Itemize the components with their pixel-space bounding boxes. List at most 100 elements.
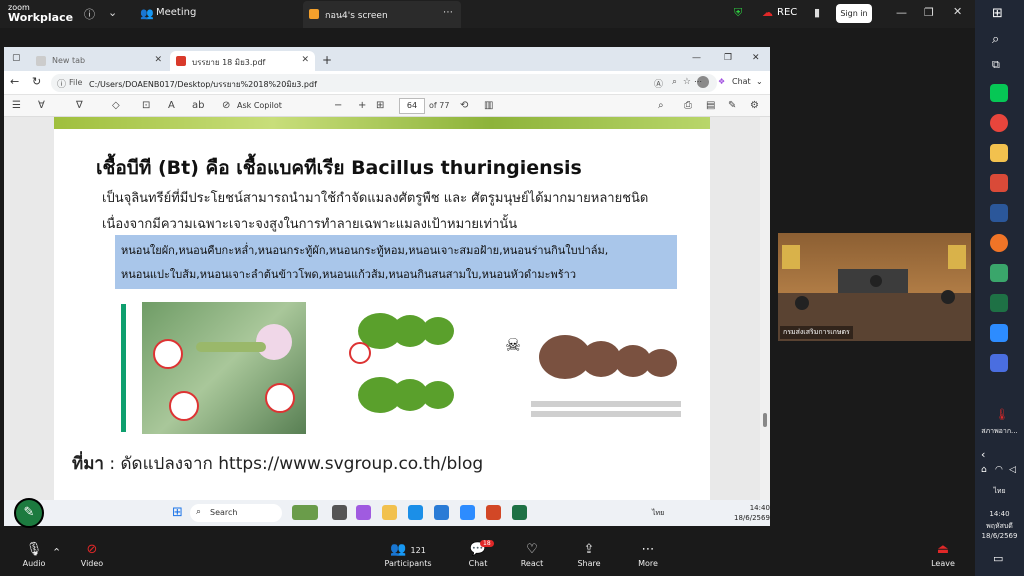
minimize-icon[interactable]: — (692, 53, 701, 63)
store-icon[interactable] (434, 505, 449, 520)
task-view-icon[interactable]: ⧉ (992, 58, 1000, 72)
chat-label[interactable]: Chat (732, 77, 751, 86)
copilot-icon[interactable]: ⊘ (222, 100, 230, 111)
pdf-scrollbar[interactable] (760, 117, 770, 500)
restore-icon[interactable]: ❐ (724, 53, 732, 63)
more-options-icon[interactable]: ⋯ (443, 7, 453, 18)
exit-icon[interactable]: ▮ (814, 6, 820, 19)
refresh-icon[interactable]: ↻ (32, 75, 41, 88)
powerpoint-icon[interactable] (486, 505, 501, 520)
notification-icon[interactable]: ▭ (993, 552, 1003, 565)
rotate-icon[interactable]: ⟲ (460, 100, 468, 111)
settings-icon[interactable]: ⚙ (750, 100, 759, 111)
sign-in-button[interactable]: Sign in (836, 4, 872, 23)
tab-pdf[interactable]: บรรยาย 18 มิย3.pdf ✕ (170, 51, 315, 71)
copilot-app-icon[interactable] (356, 505, 371, 520)
caterpillar-photo (142, 302, 306, 434)
erase-icon[interactable]: ◇ (112, 100, 120, 111)
file-explorer-icon[interactable] (990, 144, 1008, 162)
side-clock-time[interactable]: 14:40 (977, 510, 1022, 518)
rec-label[interactable]: REC (777, 7, 797, 18)
share-button[interactable]: ⇪ Share (559, 542, 619, 568)
taskbar-search[interactable]: ⌕ Search (190, 504, 282, 522)
highlighted-text-block[interactable]: หนอนใยผัก,หนอนคืบกะหล่ำ,หนอนกระทู้ผัก,หน… (115, 235, 677, 289)
chevron-left-icon[interactable]: ‹ (981, 448, 985, 461)
chevron-down-icon[interactable]: ⌄ (756, 77, 763, 86)
minimize-icon[interactable]: — (896, 6, 907, 19)
participant-video-tile[interactable]: กรมส่งเสริมการเกษตร (778, 233, 971, 341)
text-box-icon[interactable]: ⊡ (142, 100, 150, 111)
close-icon[interactable]: ✕ (752, 53, 760, 63)
task-view-icon[interactable] (332, 505, 347, 520)
excel-icon[interactable] (512, 505, 527, 520)
taskbar-clock[interactable]: 14:40 18/6/2569 (734, 503, 770, 523)
chat-button[interactable]: 💬 Chat 18 (448, 540, 508, 568)
back-icon[interactable]: ← (10, 75, 19, 88)
highlight-icon[interactable]: ∀ (38, 100, 45, 111)
start-icon[interactable]: ⊞ (172, 505, 183, 520)
draw-icon[interactable]: ∇ (76, 100, 83, 111)
red-app-icon[interactable] (990, 174, 1008, 192)
chrome-icon[interactable] (990, 114, 1008, 132)
file-explorer-icon[interactable] (382, 505, 397, 520)
shared-screen-tab[interactable]: กอน4's screen ⋯ (303, 1, 461, 28)
word-icon[interactable] (990, 204, 1008, 222)
search-icon[interactable]: ⌕ (658, 100, 664, 111)
app-icon[interactable] (990, 354, 1008, 372)
shield-icon[interactable]: ⛨ (734, 6, 742, 20)
search-icon: ⌕ (196, 507, 202, 517)
firefox-icon[interactable] (990, 234, 1008, 252)
fit-page-icon[interactable]: ⊞ (376, 100, 384, 111)
tab-new-tab[interactable]: New tab ✕ (30, 51, 168, 71)
save-icon[interactable]: ▤ (706, 100, 715, 111)
tab-actions-icon[interactable]: ▢ (12, 53, 21, 63)
page-number-field[interactable]: 64 (399, 98, 425, 114)
leave-button[interactable]: ⏏ Leave (913, 542, 973, 568)
url-field[interactable]: ⓘ File C:/Users/DOAENB017/Desktop/บรรยาย… (51, 74, 717, 92)
zoom-app-icon[interactable] (990, 324, 1008, 342)
contents-icon[interactable]: ☰ (12, 100, 21, 111)
language-indicator[interactable]: ไทย (977, 486, 1022, 497)
new-tab-button[interactable]: + (322, 53, 332, 67)
chevron-up-icon[interactable]: ⌃ (52, 546, 61, 559)
excel-icon[interactable] (990, 294, 1008, 312)
zoom-app-icon[interactable] (460, 505, 475, 520)
video-button[interactable]: ⊘ Video (62, 542, 122, 568)
zoom-out-button[interactable]: − (334, 100, 342, 111)
restore-icon[interactable]: ❐ (924, 6, 934, 19)
read-aloud-icon[interactable]: A (168, 100, 175, 111)
chevron-down-icon[interactable]: ⌄ (108, 6, 117, 19)
print-icon[interactable]: ⎙ (684, 100, 692, 111)
volume-icon[interactable]: ◁ (1009, 465, 1016, 475)
line-app-icon[interactable] (990, 84, 1008, 102)
scrollbar-thumb[interactable] (763, 413, 767, 427)
annotate-pencil-button[interactable]: ✎ (14, 498, 44, 528)
meeting-label[interactable]: Meeting (156, 7, 196, 18)
translate-icon[interactable]: ab (192, 100, 204, 111)
save-as-icon[interactable]: ✎ (728, 100, 736, 111)
copilot-icon[interactable]: ❖ (718, 77, 725, 86)
search-icon[interactable]: ⌕ (992, 32, 999, 47)
read-aloud-icon[interactable]: Ⓐ (654, 77, 663, 90)
zoom-icon[interactable]: ⌕ (672, 77, 677, 87)
wifi-icon[interactable]: ◠ (995, 465, 1003, 475)
more-button[interactable]: ⋯ More (618, 542, 678, 568)
edge-icon[interactable] (408, 505, 423, 520)
close-icon[interactable]: ✕ (154, 55, 162, 65)
react-button[interactable]: ♡ React (502, 542, 562, 568)
start-icon[interactable]: ⊞ (992, 6, 1003, 21)
close-icon[interactable]: ✕ (301, 55, 309, 65)
more-icon[interactable]: ⋯ (694, 77, 702, 86)
widget-icon[interactable] (292, 505, 318, 520)
green-app-icon[interactable] (990, 264, 1008, 282)
page-view-icon[interactable]: ▥ (484, 100, 493, 111)
close-icon[interactable]: ✕ (953, 5, 962, 18)
weather-label[interactable]: สภาพอาก... (977, 426, 1022, 437)
participants-button[interactable]: 👥 121 Participants (378, 542, 438, 568)
ask-copilot-label[interactable]: Ask Copilot (237, 101, 282, 110)
zoom-in-button[interactable]: + (358, 100, 366, 111)
pdf-viewer[interactable]: เชื้อบีที (Bt) คือ เชื้อแบคทีเรีย Bacill… (4, 117, 770, 500)
network-icon[interactable]: ⌂ (981, 465, 987, 475)
favorite-icon[interactable]: ☆ (683, 77, 691, 87)
info-icon[interactable]: ⓘ (84, 6, 95, 22)
